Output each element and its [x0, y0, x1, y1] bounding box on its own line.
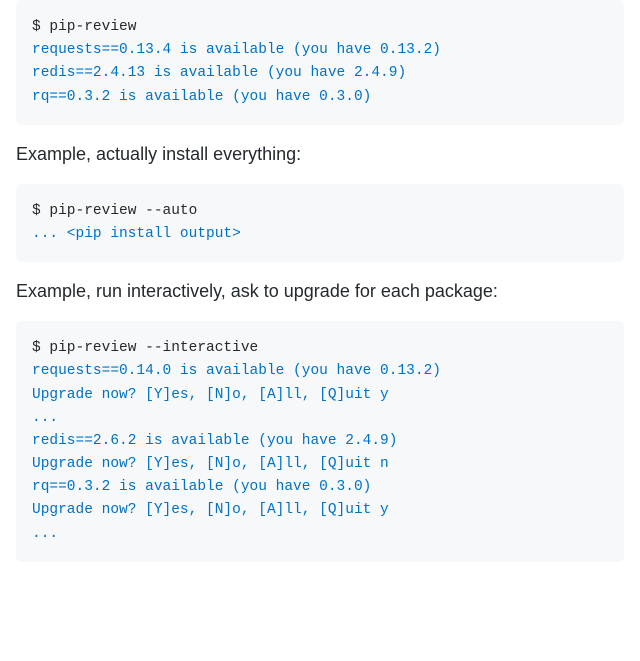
code-output-line: rq==0.3.2 is available (you have 0.3.0)	[32, 86, 608, 109]
code-output-line: requests==0.14.0 is available (you have …	[32, 360, 608, 383]
code-output-line: requests==0.13.4 is available (you have …	[32, 39, 608, 62]
shell-prompt: $	[32, 19, 49, 35]
code-output-line: ... <pip install output>	[32, 223, 608, 246]
code-output-line: redis==2.6.2 is available (you have 2.4.…	[32, 430, 608, 453]
code-output-line: rq==0.3.2 is available (you have 0.3.0)	[32, 476, 608, 499]
code-output-line: Upgrade now? [Y]es, [N]o, [A]ll, [Q]uit …	[32, 453, 608, 476]
code-output-line: ...	[32, 523, 608, 546]
code-line: $ pip-review --interactive	[32, 337, 608, 360]
code-block-1: $ pip-review requests==0.13.4 is availab…	[16, 0, 624, 125]
code-block-3: $ pip-review --interactive requests==0.1…	[16, 321, 624, 562]
shell-prompt: $	[32, 340, 49, 356]
code-line: $ pip-review	[32, 16, 608, 39]
shell-command: pip-review --interactive	[49, 340, 258, 356]
code-line: $ pip-review --auto	[32, 200, 608, 223]
code-output-line: Upgrade now? [Y]es, [N]o, [A]ll, [Q]uit …	[32, 499, 608, 522]
prose-example-interactive: Example, run interactively, ask to upgra…	[16, 278, 624, 305]
code-output-line: redis==2.4.13 is available (you have 2.4…	[32, 62, 608, 85]
shell-command: pip-review --auto	[49, 203, 197, 219]
code-output-line: Upgrade now? [Y]es, [N]o, [A]ll, [Q]uit …	[32, 384, 608, 407]
shell-command: pip-review	[49, 19, 136, 35]
code-output-line: ...	[32, 407, 608, 430]
prose-example-auto: Example, actually install everything:	[16, 141, 624, 168]
shell-prompt: $	[32, 203, 49, 219]
code-block-2: $ pip-review --auto ... <pip install out…	[16, 184, 624, 262]
